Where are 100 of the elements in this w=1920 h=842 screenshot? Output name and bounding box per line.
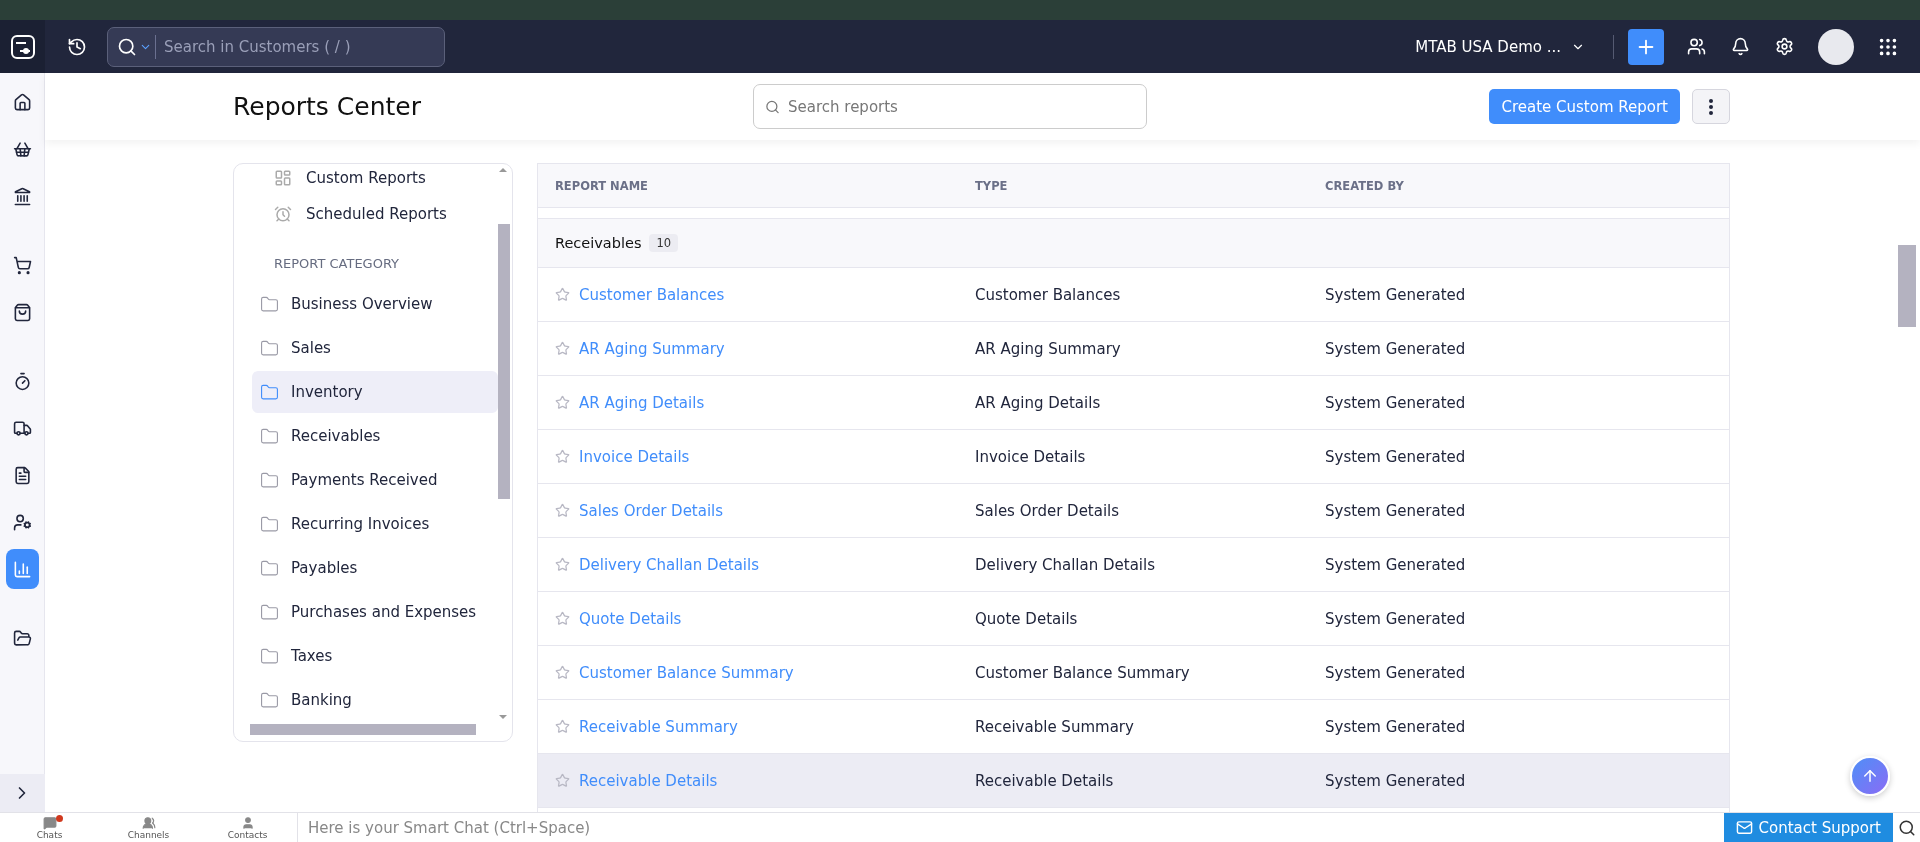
star-icon <box>555 665 570 680</box>
table-cell-text: Receivable Summary <box>975 717 1135 736</box>
star-icon <box>555 287 570 302</box>
column-header: REPORT NAME <box>555 178 649 193</box>
chat-bubble-icon <box>42 815 57 830</box>
search-icon <box>1897 818 1916 837</box>
table-cell-text: Delivery Challan Details <box>975 555 1156 574</box>
add-button[interactable] <box>1628 28 1664 65</box>
table-cell-text: Sales Order Details <box>975 501 1121 520</box>
alarm-clock-icon <box>274 205 292 223</box>
search-reports-field[interactable]: Search reports <box>753 84 1147 129</box>
search-icon <box>765 99 780 114</box>
dashboard-icon <box>274 169 292 187</box>
star-icon <box>555 395 570 410</box>
folder-icon <box>12 628 32 648</box>
chat-tab[interactable]: Contacts <box>198 813 297 842</box>
group-icon <box>141 815 156 830</box>
truck-icon <box>12 418 32 438</box>
category-item[interactable]: Banking <box>252 679 498 721</box>
scroll-down-arrow-icon[interactable] <box>499 715 507 719</box>
table-cell-text: System Generated <box>1325 339 1467 358</box>
chat-tab[interactable]: Chats <box>0 813 99 842</box>
more-options-button[interactable] <box>1692 89 1730 124</box>
avatar[interactable] <box>1818 28 1854 65</box>
search-icon[interactable] <box>117 36 137 57</box>
count-badge: 10 <box>649 234 679 252</box>
timer-icon <box>12 371 32 391</box>
table-cell-text: Invoice Details <box>975 447 1087 466</box>
star-icon <box>555 611 570 626</box>
star-icon <box>555 503 570 518</box>
folder-icon <box>260 338 279 358</box>
table-cell-text: System Generated <box>1325 717 1467 736</box>
folder-icon <box>260 470 279 490</box>
folder-icon <box>260 558 279 578</box>
scrollbar-thumb[interactable] <box>250 724 476 735</box>
folder-icon <box>260 294 279 314</box>
folder-icon <box>260 602 279 622</box>
star-icon <box>555 341 570 356</box>
folder-icon <box>260 382 279 402</box>
chat-tab[interactable]: Channels <box>99 813 198 842</box>
sidebar-item[interactable]: Scheduled Reports <box>252 192 494 236</box>
folder-icon <box>260 426 279 446</box>
scrollbar-thumb[interactable] <box>1898 245 1916 327</box>
sidebar-item[interactable]: Custom Reports <box>252 164 494 192</box>
contact-support-button[interactable]: Contact Support <box>1723 813 1893 842</box>
star-icon <box>555 449 570 464</box>
page-title: Reports Center <box>233 92 422 121</box>
category-item[interactable]: Purchases and Expenses <box>252 591 498 633</box>
column-header: CREATED BY <box>1325 178 1405 193</box>
home-icon <box>12 92 32 112</box>
envelope-icon <box>1735 819 1753 836</box>
category-item[interactable]: Payments Received <box>252 459 498 501</box>
table-cell-text: System Generated <box>1325 663 1467 682</box>
category-item[interactable]: Taxes <box>252 635 498 677</box>
cart-icon <box>12 255 32 275</box>
category-heading: REPORT CATEGORY <box>273 255 401 273</box>
table-cell-text: Quote Details <box>975 609 1079 628</box>
document-icon <box>12 465 32 485</box>
search-field[interactable]: Search in Customers ( / ) <box>107 26 445 67</box>
folder-icon <box>260 646 279 666</box>
table-cell-text: System Generated <box>1325 609 1467 628</box>
organization-switcher[interactable]: MTAB USA Demo ... <box>1401 37 1599 56</box>
group-title: Receivables <box>555 235 642 251</box>
table-cell-text: System Generated <box>1325 285 1467 304</box>
table-cell-text: Receivable Details <box>975 771 1115 790</box>
bell-icon <box>1730 37 1750 56</box>
bank-icon <box>12 186 32 206</box>
logo-icon <box>9 33 36 60</box>
star-icon <box>555 773 570 788</box>
folder-icon <box>260 514 279 534</box>
folder-icon <box>260 690 279 710</box>
star-icon <box>555 557 570 572</box>
bar-chart-icon <box>12 559 32 579</box>
scroll-to-top-button[interactable] <box>1850 756 1890 796</box>
person-icon <box>240 815 255 830</box>
table-cell-text: System Generated <box>1325 501 1467 520</box>
category-item[interactable]: Sales <box>252 327 498 369</box>
table-cell-text: Customer Balance Summary <box>975 663 1191 682</box>
category-item[interactable]: Recurring Invoices <box>252 503 498 545</box>
table-cell-text: System Generated <box>1325 393 1467 412</box>
category-item[interactable]: Inventory <box>252 371 498 413</box>
table-cell-text: Customer Balances <box>975 285 1122 304</box>
table-cell-text: System Generated <box>1325 447 1467 466</box>
history-icon <box>67 36 87 57</box>
table-cell-text: AR Aging Summary <box>975 339 1122 358</box>
user-icon <box>12 512 32 532</box>
category-item[interactable]: Business Overview <box>252 283 498 325</box>
users-icon <box>1686 37 1706 56</box>
table-cell-text: System Generated <box>1325 555 1467 574</box>
scroll-up-arrow-icon[interactable] <box>499 168 507 172</box>
bag-icon <box>12 302 32 322</box>
star-icon <box>555 719 570 734</box>
category-item[interactable]: Receivables <box>252 415 498 457</box>
column-header: TYPE <box>975 178 1009 193</box>
more-vertical-icon <box>1709 98 1713 115</box>
settings-icon <box>1774 37 1794 56</box>
scrollbar-thumb[interactable] <box>498 224 510 499</box>
category-item[interactable]: Payables <box>252 547 498 589</box>
table-cell-text: AR Aging Details <box>975 393 1102 412</box>
app-logo[interactable] <box>0 20 45 73</box>
